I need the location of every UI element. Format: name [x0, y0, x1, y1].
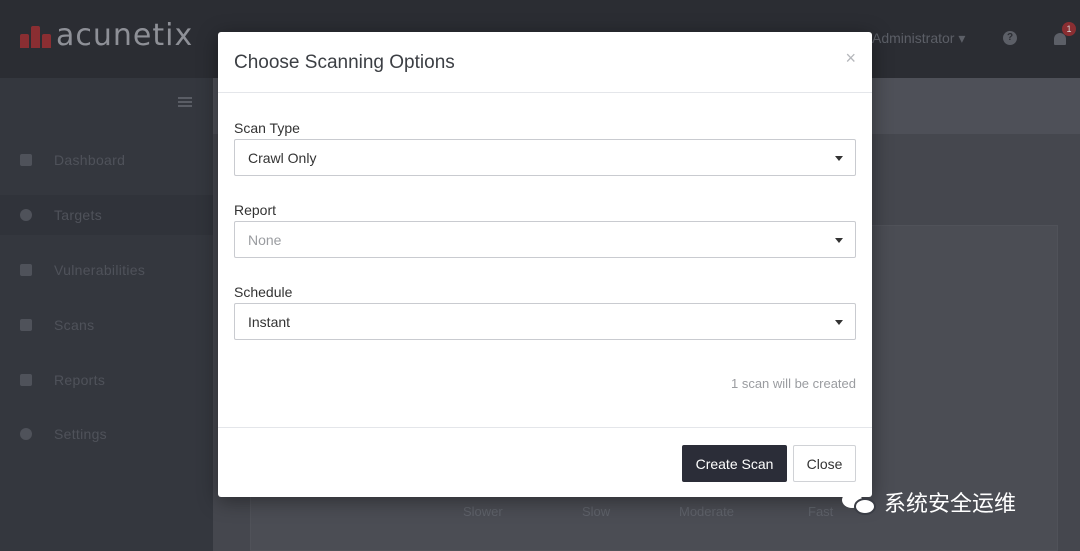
sidebar-item-targets[interactable]: Targets	[0, 195, 213, 235]
close-button[interactable]: Close	[793, 445, 856, 482]
sidebar-item-label: Targets	[54, 207, 103, 223]
caret-down-icon	[835, 156, 843, 161]
scan-type-label: Scan Type	[234, 120, 300, 136]
logo-mark-icon	[20, 24, 52, 48]
target-icon	[20, 209, 32, 221]
speed-label-fast[interactable]: Fast	[808, 504, 833, 519]
sidebar-item-reports[interactable]: Reports	[0, 360, 213, 400]
notification-badge: 1	[1062, 22, 1076, 36]
report-select[interactable]: None	[234, 221, 856, 258]
scan-type-value: Crawl Only	[248, 150, 317, 166]
acunetix-logo[interactable]: acunetix	[20, 18, 193, 53]
sidebar-item-settings[interactable]: Settings	[0, 414, 213, 454]
scan-options-dialog: Choose Scanning Options × Scan Type Craw…	[218, 32, 872, 497]
watermark-text: 系统安全运维	[884, 492, 1017, 517]
dashboard-icon	[20, 154, 32, 166]
report-value: None	[248, 232, 282, 248]
bug-icon	[20, 264, 32, 276]
sidebar-item-label: Settings	[54, 426, 107, 442]
sidebar-item-scans[interactable]: Scans	[0, 305, 213, 345]
chart-icon	[20, 319, 32, 331]
sidebar-item-label: Reports	[54, 372, 106, 388]
speed-label-slow[interactable]: Slow	[582, 504, 610, 519]
scan-type-select[interactable]: Crawl Only	[234, 139, 856, 176]
sidebar: Dashboard Targets Vulnerabilities Scans …	[0, 78, 213, 551]
help-icon[interactable]: ?	[1003, 31, 1017, 45]
speed-label-slower[interactable]: Slower	[463, 504, 503, 519]
close-icon[interactable]: ×	[845, 48, 856, 69]
schedule-select[interactable]: Instant	[234, 303, 856, 340]
scan-count-text: 1 scan will be created	[730, 376, 856, 391]
create-scan-button[interactable]: Create Scan	[682, 445, 787, 482]
sidebar-item-dashboard[interactable]: Dashboard	[0, 140, 213, 180]
schedule-value: Instant	[248, 314, 291, 330]
caret-down-icon	[835, 320, 843, 325]
sidebar-item-vulnerabilities[interactable]: Vulnerabilities	[0, 250, 213, 290]
wechat-icon	[840, 488, 878, 516]
dialog-header: Choose Scanning Options ×	[218, 32, 872, 93]
dialog-title: Choose Scanning Options	[234, 52, 455, 73]
sidebar-item-label: Scans	[54, 317, 95, 333]
dialog-footer: Create Scan Close	[218, 427, 872, 497]
caret-down-icon	[835, 238, 843, 243]
speed-label-moderate[interactable]: Moderate	[679, 504, 734, 519]
logo-text: acunetix	[56, 18, 194, 53]
report-label: Report	[234, 202, 277, 218]
menu-toggle-icon[interactable]	[178, 97, 192, 109]
watermark: 系统安全运维	[840, 486, 1016, 518]
schedule-label: Schedule	[234, 284, 293, 300]
sidebar-item-label: Dashboard	[54, 152, 126, 168]
sidebar-item-label: Vulnerabilities	[54, 262, 146, 278]
gear-icon	[20, 428, 32, 440]
document-icon	[20, 374, 32, 386]
user-menu[interactable]: Administrator ▾	[872, 30, 965, 47]
